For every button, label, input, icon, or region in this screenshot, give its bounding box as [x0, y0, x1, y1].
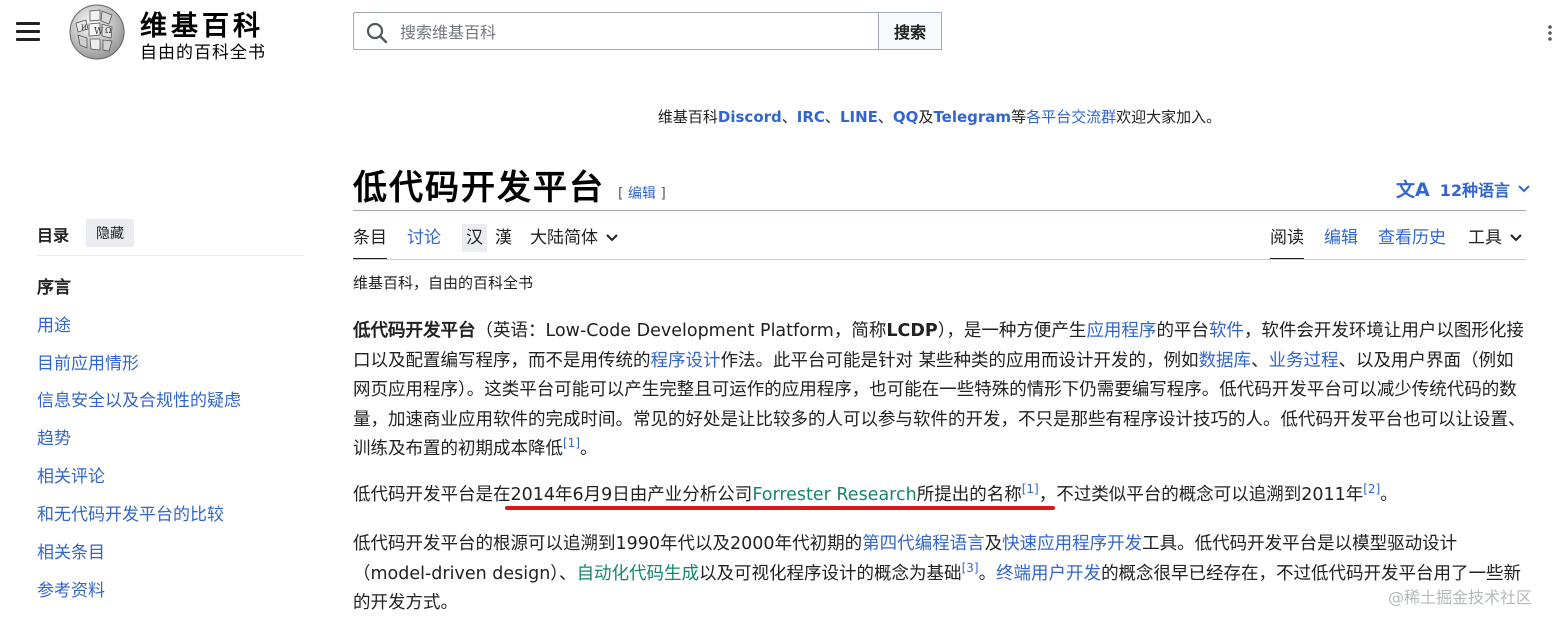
- tab-talk[interactable]: 讨论: [407, 224, 441, 260]
- watermark: @稀土掘金技术社区: [1388, 588, 1533, 607]
- tabs-divider: [353, 259, 1526, 260]
- text: 。: [580, 439, 598, 459]
- irc-link[interactable]: IRC: [797, 108, 825, 126]
- page-tabs: 条目 讨论 汉 漢 大陆简体 阅读 编辑 查看历史 工具: [353, 224, 1526, 260]
- more-options-icon[interactable]: [1545, 24, 1555, 42]
- discord-link[interactable]: Discord: [718, 108, 782, 126]
- search-button[interactable]: 搜索: [878, 12, 942, 50]
- variant-traditional[interactable]: 漢: [491, 224, 516, 252]
- variant-select-label: 大陆简体: [530, 228, 598, 248]
- notice-separator: 、: [824, 108, 840, 126]
- text: 低代码开发平台是在2014年6月9日由产业分析公司: [353, 485, 753, 505]
- notice-suffix: 欢迎大家加入。: [1116, 108, 1222, 126]
- title-edit-link[interactable]: 编辑: [628, 186, 656, 202]
- text: 、: [1251, 350, 1269, 371]
- link-application[interactable]: 应用程序: [1086, 321, 1156, 341]
- ref-1[interactable]: [1]: [563, 436, 580, 450]
- tools-dropdown[interactable]: 工具: [1468, 224, 1522, 260]
- search-input[interactable]: [398, 17, 872, 47]
- toc-heading: 目录: [37, 226, 70, 245]
- text: 所提出的名称: [916, 485, 1022, 505]
- ref-2[interactable]: [2]: [1363, 482, 1380, 496]
- variant-switch: 汉 漢: [462, 224, 520, 252]
- toc-item-trends[interactable]: 趋势: [37, 424, 71, 449]
- tools-label: 工具: [1468, 228, 1502, 248]
- link-rad[interactable]: 快速应用程序开发: [1002, 534, 1142, 554]
- chevron-down-icon: [1510, 234, 1522, 242]
- chevron-down-icon: [1518, 184, 1530, 192]
- link-programming[interactable]: 程序设计: [651, 351, 721, 371]
- toc-item-intro[interactable]: 序言: [37, 273, 71, 298]
- link-code-generation[interactable]: 自动化代码生成: [577, 564, 700, 584]
- qq-link[interactable]: QQ: [893, 108, 919, 126]
- text: （英语：Low-Code Development Platform，简称: [475, 321, 887, 341]
- text: 。: [978, 563, 997, 584]
- svg-text:И: И: [81, 24, 87, 32]
- toc-item-current-applications[interactable]: 目前应用情形: [37, 349, 139, 374]
- toc-item-no-code-comparison[interactable]: 和无代码开发平台的比较: [37, 500, 224, 525]
- chevron-down-icon: [606, 234, 618, 242]
- wordmark-tagline: 自由的百科全书: [140, 43, 266, 63]
- text: 。: [1380, 485, 1398, 505]
- ref-3[interactable]: [3]: [962, 561, 979, 575]
- groups-link[interactable]: 各平台交流群: [1026, 108, 1116, 126]
- text: 及: [984, 534, 1003, 554]
- line-link[interactable]: LINE: [840, 108, 878, 126]
- site-notice: 维基百科Discord、IRC、LINE、QQ及Telegram等各平台交流群欢…: [353, 106, 1526, 127]
- toc-divider: [37, 255, 304, 256]
- text: 低代码开发平台的根源可以追溯到1990年代以及2000年代初期的: [353, 534, 863, 554]
- link-database[interactable]: 数据库: [1199, 351, 1252, 371]
- toc-item-see-also[interactable]: 相关条目: [37, 538, 105, 563]
- main-menu-icon[interactable]: [16, 22, 40, 42]
- search-icon: [366, 22, 388, 44]
- notice-separator: 、: [877, 108, 893, 126]
- notice-etc: 等: [1011, 108, 1027, 126]
- variant-simplified[interactable]: 汉: [462, 224, 487, 252]
- link-end-user-dev[interactable]: 终端用户开发: [996, 564, 1101, 584]
- toc-hide-button[interactable]: 隐藏: [86, 219, 134, 247]
- toc-item-reviews[interactable]: 相关评论: [37, 462, 105, 487]
- search-box[interactable]: [353, 12, 879, 50]
- wikipedia-globe-logo[interactable]: W Ω И: [66, 3, 128, 61]
- svg-text:Ω: Ω: [105, 26, 112, 35]
- article-subtitle: 维基百科，自由的百科全书: [353, 274, 534, 292]
- title-edit-section: [ 编辑 ]: [618, 183, 666, 203]
- tab-history[interactable]: 查看历史: [1378, 224, 1446, 260]
- toc-item-security-compliance[interactable]: 信息安全以及合规性的疑虑: [37, 386, 241, 411]
- link-software[interactable]: 软件: [1209, 321, 1244, 341]
- link-business-process[interactable]: 业务过程: [1269, 351, 1339, 371]
- language-icon: 文A: [1396, 179, 1430, 201]
- abbr: LCDP: [886, 321, 938, 341]
- edit-bracket: [: [618, 186, 624, 202]
- language-button[interactable]: 文A 12种语言: [1396, 175, 1530, 202]
- lead-term: 低代码开发平台: [353, 321, 476, 341]
- notice-and: 及: [918, 108, 934, 126]
- language-count: 12种语言: [1439, 180, 1510, 200]
- toc-item-usage[interactable]: 用途: [37, 311, 71, 336]
- text: ，不过类似平台的概念可以追溯到2011年: [1038, 485, 1364, 505]
- svg-text:W: W: [94, 27, 104, 37]
- variant-dropdown[interactable]: 大陆简体: [530, 224, 618, 260]
- text: 以及可视化程序设计的概念为基础: [699, 563, 962, 584]
- tab-read[interactable]: 阅读: [1270, 224, 1304, 260]
- paragraph-intro: 低代码开发平台（英语：Low-Code Development Platform…: [353, 317, 1531, 465]
- tab-article[interactable]: 条目: [353, 224, 387, 260]
- edit-bracket: ]: [660, 186, 666, 202]
- red-underline-annotation: [505, 506, 1055, 510]
- toc-item-references[interactable]: 参考资料: [37, 576, 105, 601]
- notice-prefix: 维基百科: [657, 108, 718, 126]
- text: ），是一种方便产生: [937, 321, 1087, 341]
- notice-separator: 、: [781, 108, 797, 126]
- link-4gl[interactable]: 第四代编程语言: [862, 534, 985, 554]
- link-forrester[interactable]: Forrester Research: [752, 485, 916, 505]
- telegram-link[interactable]: Telegram: [933, 108, 1011, 126]
- text: 的平台: [1156, 321, 1209, 341]
- page-title: 低代码开发平台: [353, 168, 605, 208]
- text: 作法。此平台可能是针对 某些种类的应用而设计开发的，例如: [720, 350, 1199, 371]
- paragraph-roots: 低代码开发平台的根源可以追溯到1990年代以及2000年代初期的第四代编程语言及…: [353, 530, 1531, 619]
- ref-1[interactable]: [1]: [1022, 482, 1039, 496]
- tab-edit[interactable]: 编辑: [1324, 224, 1358, 260]
- title-divider: [353, 210, 1526, 211]
